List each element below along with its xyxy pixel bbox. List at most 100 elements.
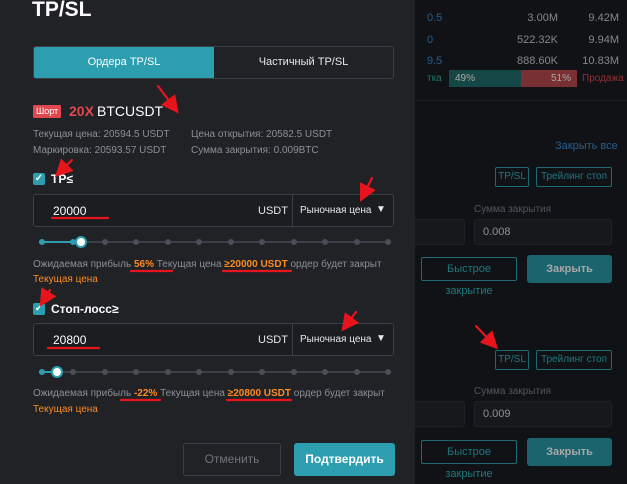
- sl-expected-profit: Ожидаемая прибыль -22% Текущая цена ≥208…: [33, 388, 385, 399]
- divider: [292, 324, 293, 355]
- symbol: BTCUSDT: [97, 103, 164, 119]
- orderbook-volume: 522.32K: [517, 34, 558, 46]
- mark-price: Маркировка: 20593.57 USDT: [33, 145, 167, 156]
- orderbook-volume: 888.60K: [517, 55, 558, 67]
- trailing-stop-button[interactable]: Трейлинг стоп: [536, 350, 612, 370]
- tp-price-field[interactable]: 20000 USDT Рыночная цена ▼: [33, 194, 394, 227]
- caret-down-icon[interactable]: ▼: [376, 204, 386, 215]
- tp-expected-profit: Ожидаемая прибыль 56% Текущая цена ≥2000…: [33, 259, 382, 270]
- screen: 0.5 3.00M 9.42M 0 522.32K 9.94M 9.5 888.…: [0, 0, 627, 484]
- slider-step-dot[interactable]: [133, 369, 140, 375]
- expect-percent: -22%: [133, 388, 158, 399]
- divider: [415, 100, 627, 101]
- current-price: Текущая цена: 20594.5 USDT: [33, 129, 170, 140]
- orderbook-price: 9.5: [427, 55, 443, 67]
- tpsl-button[interactable]: TP/SL: [495, 167, 529, 187]
- close-position-button[interactable]: Закрыть: [527, 255, 612, 283]
- close-amount-label: Сумма закрытия: [474, 386, 552, 397]
- tp-label: TP≤: [51, 172, 73, 186]
- sl-price-input[interactable]: 20800: [53, 333, 86, 347]
- tp-slider[interactable]: [39, 236, 391, 248]
- cancel-button[interactable]: Отменить: [183, 443, 281, 476]
- confirm-button[interactable]: Подтвердить: [294, 443, 395, 476]
- slider-step-dot[interactable]: [196, 239, 203, 245]
- slider-step-dot[interactable]: [290, 239, 297, 245]
- tpsl-button[interactable]: TP/SL: [495, 350, 529, 370]
- sell-label: Продажа: [582, 73, 624, 84]
- divider: [292, 195, 293, 226]
- orderbook-total: 10.83M: [582, 55, 619, 67]
- slider-step-dot[interactable]: [322, 239, 329, 245]
- caret-down-icon[interactable]: ▼: [376, 333, 386, 344]
- expect-mid: Текущая цена: [160, 388, 225, 399]
- slider-step-dot[interactable]: [322, 369, 329, 375]
- tpsl-tabs: Ордера TP/SL Частичный TP/SL: [33, 46, 394, 79]
- slider-step-dot[interactable]: [70, 369, 77, 375]
- close-position-button[interactable]: Закрыть: [527, 438, 612, 466]
- close-amount-input[interactable]: 0.008: [474, 219, 612, 245]
- slider-handle[interactable]: [50, 366, 63, 378]
- slider-step-dot[interactable]: [227, 239, 234, 245]
- expect-suffix: ордер будет закрыт: [290, 259, 382, 270]
- trading-panel: 0.5 3.00M 9.42M 0 522.32K 9.94M 9.5 888.…: [403, 0, 627, 484]
- expect-price: ≥20800 USDT: [227, 388, 292, 399]
- slider-step-dot[interactable]: [101, 239, 108, 245]
- dialog-title: TP/SL: [32, 0, 92, 21]
- tp-expect-line2: Текущая цена: [33, 274, 98, 285]
- orderbook-total: 9.42M: [588, 12, 619, 24]
- orderbook-total: 9.94M: [588, 34, 619, 46]
- slider-step-dot[interactable]: [290, 369, 297, 375]
- slider-step-dot[interactable]: [353, 239, 360, 245]
- orderbook-volume: 3.00M: [527, 12, 558, 24]
- tp-order-type-select[interactable]: Рыночная цена: [300, 205, 371, 216]
- slider-step-dot[interactable]: [259, 239, 266, 245]
- tab-tpsl-orders[interactable]: Ордера TP/SL: [34, 47, 214, 78]
- sell-ratio: 51%: [521, 70, 577, 87]
- quick-close-button[interactable]: Быстрое закрытие: [421, 440, 517, 480]
- slider-step-dot[interactable]: [227, 369, 234, 375]
- expect-suffix: ордер будет закрыт: [293, 388, 385, 399]
- sl-expect-line2: Текущая цена: [33, 404, 98, 415]
- slider-step-dot[interactable]: [259, 369, 266, 375]
- slider-step-dot[interactable]: [385, 369, 391, 375]
- tp-unit: USDT: [258, 205, 288, 217]
- buy-label: тка: [427, 73, 442, 84]
- checkbox-checked-icon[interactable]: ✓: [33, 303, 45, 315]
- expect-price: ≥20000 USDT: [224, 259, 288, 270]
- sl-price-field[interactable]: 20800 USDT Рыночная цена ▼: [33, 323, 394, 356]
- orderbook-price: 0.5: [427, 12, 443, 24]
- tp-price-input[interactable]: 20000: [53, 204, 86, 218]
- slider-step-dot[interactable]: [353, 369, 360, 375]
- expect-prefix: Ожидаемая прибыль: [33, 259, 132, 270]
- buy-sell-ratio: тка 49% 51% Продажа: [415, 70, 627, 88]
- slider-step-dot[interactable]: [385, 239, 391, 245]
- slider-step-dot[interactable]: [164, 239, 171, 245]
- slider-step-dot[interactable]: [164, 369, 171, 375]
- slider-step-dot[interactable]: [39, 369, 45, 375]
- tab-partial-tpsl[interactable]: Частичный TP/SL: [214, 47, 393, 78]
- slider-step-dot[interactable]: [39, 239, 45, 245]
- leverage: 20X: [69, 103, 94, 119]
- slider-step-dot[interactable]: [101, 369, 108, 375]
- close-amount-input[interactable]: 0.009: [474, 401, 612, 427]
- trailing-stop-button[interactable]: Трейлинг стоп: [536, 167, 612, 187]
- slider-track[interactable]: [39, 371, 391, 373]
- buy-ratio: 49%: [449, 70, 521, 87]
- close-all-link[interactable]: Закрыть все: [555, 140, 618, 152]
- expect-prefix: Ожидаемая прибыль: [33, 388, 132, 399]
- close-amount-info: Сумма закрытия: 0.009BTC: [191, 145, 319, 156]
- checkbox-checked-icon[interactable]: ✓: [33, 173, 45, 185]
- slider-step-dot[interactable]: [133, 239, 140, 245]
- orderbook-price: 0: [427, 34, 434, 46]
- tpsl-dialog: TP/SL Ордера TP/SL Частичный TP/SL Шорт …: [0, 0, 415, 484]
- slider-handle[interactable]: [75, 236, 88, 248]
- open-price: Цена открытия: 20582.5 USDT: [191, 129, 333, 140]
- slider-step-dot[interactable]: [196, 369, 203, 375]
- slider-track[interactable]: [39, 241, 391, 243]
- orderbook-row[interactable]: 0.5 3.00M 9.42M: [415, 8, 627, 30]
- quick-close-button[interactable]: Быстрое закрытие: [421, 257, 517, 297]
- sl-slider[interactable]: [39, 366, 391, 378]
- orderbook-row[interactable]: 0 522.32K 9.94M: [415, 30, 627, 52]
- close-amount-label: Сумма закрытия: [474, 204, 552, 215]
- sl-order-type-select[interactable]: Рыночная цена: [300, 334, 371, 345]
